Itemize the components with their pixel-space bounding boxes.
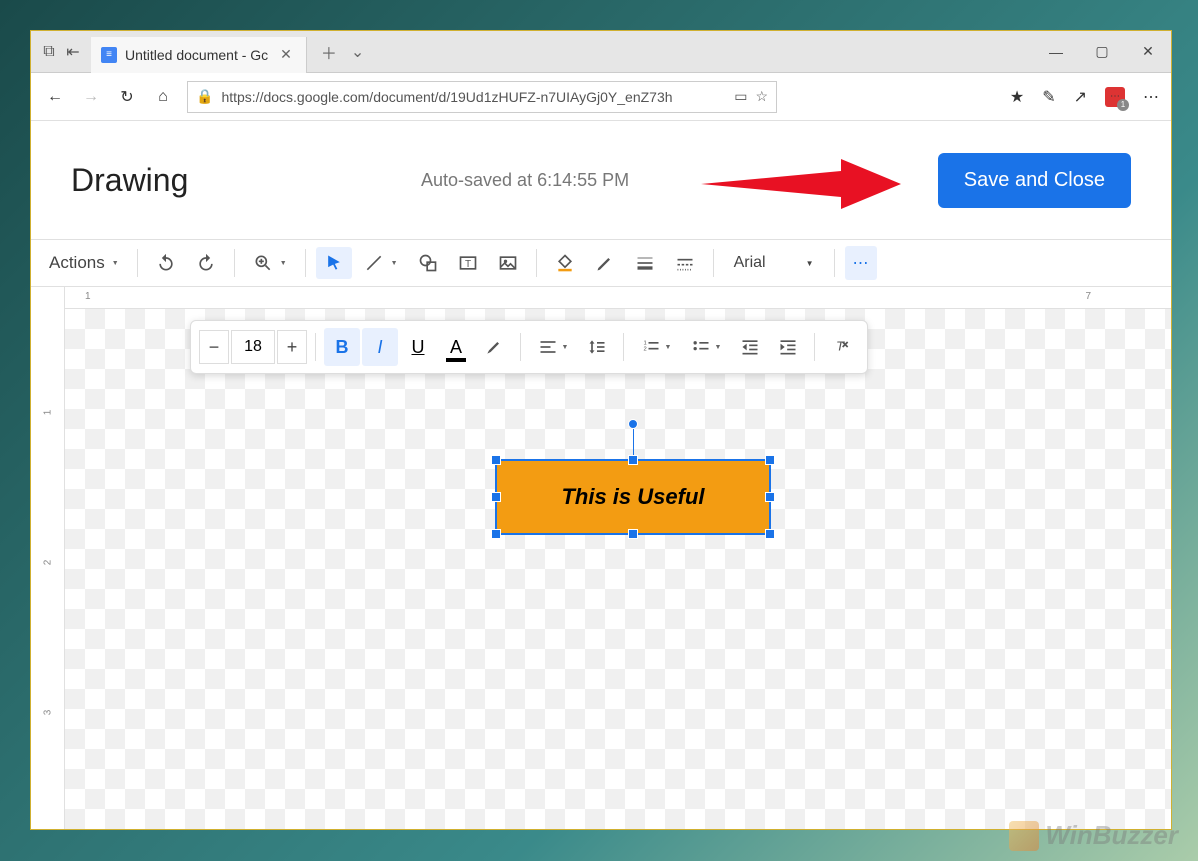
maximize-button[interactable]: ▢ [1079,31,1125,73]
border-color-button[interactable] [587,247,623,279]
new-tab-button[interactable]: ＋ [321,40,337,64]
rotation-line [633,429,634,455]
underline-button[interactable]: U [400,328,436,366]
textbox-text[interactable]: This is Useful [561,484,704,510]
minimize-button[interactable]: — [1033,31,1079,73]
resize-handle-w[interactable] [491,492,501,502]
svg-text:2: 2 [643,346,646,352]
italic-button[interactable]: I [362,328,398,366]
resize-handle-e[interactable] [765,492,775,502]
drawing-canvas[interactable]: This is Useful [65,309,1171,829]
tab-close-button[interactable]: ✕ [276,46,296,63]
border-dash-button[interactable] [667,247,703,279]
tab-dropdown-icon[interactable]: ⌄ [351,42,364,62]
vertical-ruler: 1 2 3 [31,287,65,829]
text-format-toolbar: − 18 + B I U A 12 T [190,320,868,374]
resize-handle-sw[interactable] [491,529,501,539]
annotation-arrow [701,159,901,209]
shape-tool[interactable] [410,247,446,279]
resize-handle-nw[interactable] [491,455,501,465]
text-color-button[interactable]: A [438,328,474,366]
dialog-header: Drawing Auto-saved at 6:14:55 PM Save an… [31,121,1171,239]
refresh-button[interactable]: ↻ [115,85,139,109]
bold-button[interactable]: B [324,328,360,366]
docs-favicon: ≡ [101,47,117,63]
tab-actions-icon[interactable]: ⧉ [39,42,59,62]
favorites-icon[interactable]: ★ [1010,87,1024,107]
decrease-indent-button[interactable] [732,328,768,366]
line-tool[interactable] [356,247,406,279]
browser-window: ⧉ ⇤ ≡ Untitled document - Gc ✕ ＋ ⌄ — ▢ ✕… [30,30,1172,830]
border-weight-button[interactable] [627,247,663,279]
url-input[interactable]: 🔒 https://docs.google.com/document/d/19U… [187,81,777,113]
highlight-button[interactable] [476,328,512,366]
actions-menu[interactable]: Actions [41,247,127,279]
resize-handle-s[interactable] [628,529,638,539]
svg-text:T: T [465,259,471,270]
close-window-button[interactable]: ✕ [1125,31,1171,73]
textbox-tool[interactable]: T [450,247,486,279]
dialog-title: Drawing [71,162,188,199]
tab-title: Untitled document - Gc [125,47,268,63]
autosave-status: Auto-saved at 6:14:55 PM [421,170,629,191]
horizontal-ruler: 1 7 [65,287,1171,309]
tab-set-aside-icon[interactable]: ⇤ [63,42,83,62]
favorite-star-icon[interactable]: ☆ [755,88,768,105]
resize-handle-ne[interactable] [765,455,775,465]
increase-indent-button[interactable] [770,328,806,366]
fill-color-button[interactable] [547,247,583,279]
selected-textbox[interactable]: This is Useful [495,459,771,535]
select-tool[interactable] [316,247,352,279]
watermark-logo-icon [1009,821,1039,851]
lock-icon: 🔒 [196,88,213,105]
zoom-button[interactable] [245,247,295,279]
redo-button[interactable] [188,247,224,279]
font-size-decrease[interactable]: − [199,330,229,364]
share-icon[interactable]: ↗ [1074,87,1087,107]
rotation-handle[interactable] [628,419,638,429]
titlebar: ⧉ ⇤ ≡ Untitled document - Gc ✕ ＋ ⌄ — ▢ ✕ [31,31,1171,73]
font-size-value[interactable]: 18 [231,330,275,364]
line-spacing-button[interactable] [579,328,615,366]
reading-view-icon[interactable]: ▭ [734,88,747,105]
resize-handle-se[interactable] [765,529,775,539]
browser-tab[interactable]: ≡ Untitled document - Gc ✕ [91,37,307,73]
address-bar: ← → ↻ ⌂ 🔒 https://docs.google.com/docume… [31,73,1171,121]
font-family-select[interactable]: Arial▼ [724,254,824,272]
more-options-button[interactable]: ⋯ [845,246,877,280]
extension-icon[interactable]: ⋯ [1105,87,1125,107]
home-button[interactable]: ⌂ [151,85,175,109]
clear-format-button[interactable]: T [823,328,859,366]
undo-button[interactable] [148,247,184,279]
watermark: WinBuzzer [1009,820,1178,851]
image-tool[interactable] [490,247,526,279]
settings-menu-icon[interactable]: ⋯ [1143,87,1159,107]
align-button[interactable] [529,328,577,366]
url-text: https://docs.google.com/document/d/19Ud1… [221,89,726,105]
back-button[interactable]: ← [43,85,67,109]
resize-handle-n[interactable] [628,455,638,465]
bullet-list-button[interactable] [682,328,730,366]
drawing-toolbar: Actions T Arial▼ ⋯ [31,239,1171,287]
save-and-close-button[interactable]: Save and Close [938,153,1131,208]
numbered-list-button[interactable]: 12 [632,328,680,366]
notes-icon[interactable]: ✎ [1042,87,1055,107]
font-size-increase[interactable]: + [277,330,307,364]
forward-button[interactable]: → [79,85,103,109]
